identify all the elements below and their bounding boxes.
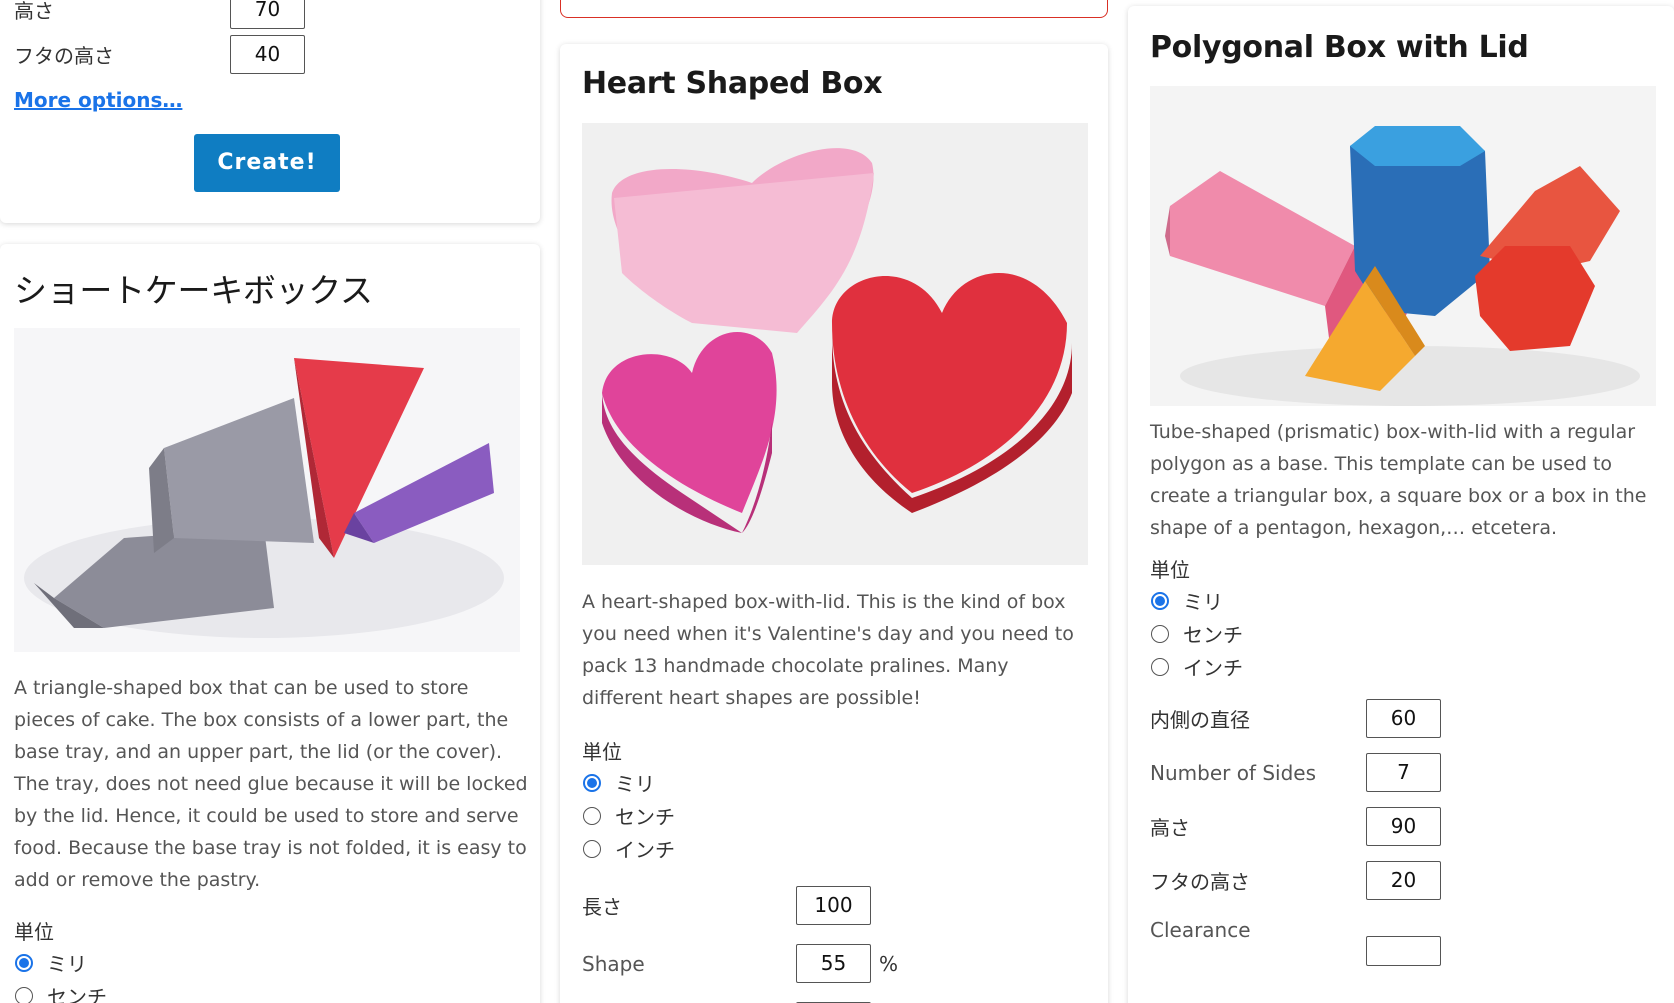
height-label: 高さ: [1150, 816, 1190, 840]
polygonal-box-card: Polygonal Box with Lid Tube-shaped (pris…: [1128, 6, 1674, 1003]
card-description: A heart-shaped box-with-lid. This is the…: [582, 591, 1074, 709]
shape-input[interactable]: 55: [796, 944, 871, 983]
unit-label: 単位: [1150, 558, 1190, 582]
radio-icon: [583, 806, 601, 825]
heart-box-image[interactable]: [582, 123, 1088, 565]
unit-label: 単位: [14, 920, 54, 944]
radio-icon: [1151, 624, 1169, 643]
inner-diameter-row: 内側の直径 60: [1150, 699, 1441, 738]
shape-label: Shape: [582, 951, 645, 976]
unit-option-cm[interactable]: センチ: [14, 979, 107, 1003]
radio-selected-icon: [583, 773, 601, 792]
unit-option-mm[interactable]: ミリ: [582, 766, 675, 799]
lid-height-input[interactable]: 40: [230, 35, 305, 74]
card-title: ショートケーキボックス: [14, 271, 373, 310]
polygonal-box-image[interactable]: [1150, 86, 1656, 406]
number-of-sides-input[interactable]: 7: [1366, 753, 1441, 792]
number-of-sides-row: Number of Sides 7: [1150, 753, 1441, 792]
left-top-card: 高さ 70 フタの高さ 40 More options… Create!: [0, 0, 540, 223]
shape-unit: %: [879, 951, 899, 976]
shortcake-box-image[interactable]: [14, 328, 520, 652]
more-options-link[interactable]: More options…: [14, 88, 182, 112]
lid-height-row: フタの高さ 20: [1150, 861, 1441, 900]
highlighted-card-bottom: [560, 0, 1108, 18]
unit-label: 単位: [582, 740, 622, 764]
inner-diameter-label: 内側の直径: [1150, 708, 1250, 732]
radio-selected-icon: [1151, 591, 1169, 610]
lid-height-row: フタの高さ 40: [14, 35, 305, 74]
shortcake-box-card: ショートケーキボックス A triangle-shaped box that c…: [0, 244, 540, 1003]
height-input[interactable]: 90: [1366, 807, 1441, 846]
clearance-label: Clearance: [1150, 918, 1251, 942]
heart-shaped-box-card: Heart Shaped Box A heart-shaped box-with…: [560, 44, 1108, 1003]
shortcake-box-illustration: [24, 358, 504, 638]
length-input[interactable]: 100: [796, 886, 871, 925]
unit-radio-group: ミリ センチ インチ: [1150, 584, 1243, 683]
card-description: Tube-shaped (prismatic) box-with-lid wit…: [1150, 421, 1647, 539]
polygonal-box-illustration: [1165, 126, 1640, 406]
clearance-input-partial[interactable]: [1366, 936, 1441, 966]
inner-diameter-input[interactable]: 60: [1366, 699, 1441, 738]
radio-icon: [1151, 657, 1169, 676]
unit-option-mm[interactable]: ミリ: [1150, 584, 1243, 617]
card-title: Polygonal Box with Lid: [1150, 30, 1529, 65]
unit-option-inch[interactable]: インチ: [1150, 650, 1243, 683]
height-row: 高さ 70: [14, 0, 305, 29]
height-input[interactable]: 70: [230, 0, 305, 29]
unit-radio-group: ミリ センチ: [14, 946, 107, 1003]
unit-radio-group: ミリ センチ インチ: [582, 766, 675, 865]
number-of-sides-label: Number of Sides: [1150, 760, 1317, 785]
height-label: 高さ: [14, 0, 54, 23]
unit-option-cm[interactable]: センチ: [582, 799, 675, 832]
shape-row: Shape 55 %: [582, 944, 898, 983]
heart-box-illustration: [602, 148, 1072, 533]
clearance-row: Clearance: [1150, 918, 1366, 942]
radio-icon: [583, 839, 601, 858]
lid-height-label: フタの高さ: [14, 44, 114, 68]
radio-selected-icon: [15, 953, 33, 972]
unit-option-cm[interactable]: センチ: [1150, 617, 1243, 650]
unit-option-inch[interactable]: インチ: [582, 832, 675, 865]
lid-height-label: フタの高さ: [1150, 870, 1250, 894]
card-title: Heart Shaped Box: [582, 66, 883, 101]
create-button[interactable]: Create!: [194, 134, 340, 192]
radio-icon: [15, 986, 33, 1003]
length-row: 長さ 100: [582, 886, 871, 925]
unit-option-mm[interactable]: ミリ: [14, 946, 107, 979]
length-label: 長さ: [582, 895, 622, 919]
lid-height-input[interactable]: 20: [1366, 861, 1441, 900]
card-description: A triangle-shaped box that can be used t…: [14, 677, 528, 891]
height-row: 高さ 90: [1150, 807, 1441, 846]
